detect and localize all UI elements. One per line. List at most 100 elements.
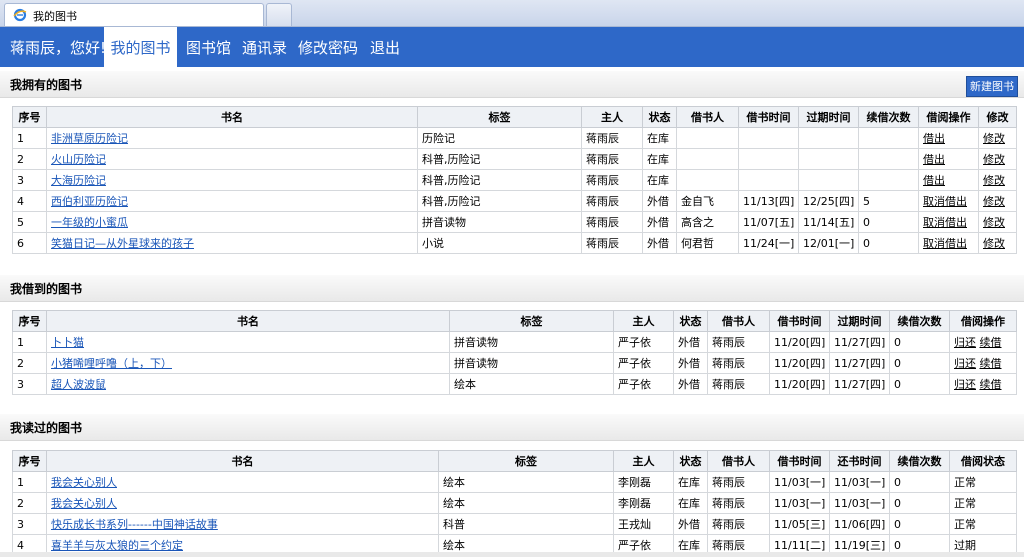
- table-cell-edit: 修改: [978, 190, 1017, 212]
- table-cell-no: 2: [12, 352, 47, 374]
- new-book-button[interactable]: 新建图书: [966, 76, 1018, 97]
- table-cell-op: 取消借出: [918, 190, 979, 212]
- borrow-action-link[interactable]: 续借: [980, 336, 1002, 349]
- column-header: 借书时间: [738, 106, 799, 128]
- nav-item-my-books[interactable]: 我的图书: [104, 27, 177, 67]
- table-cell-borrower: [676, 169, 739, 191]
- table-cell-tag: 绘本: [449, 373, 614, 395]
- table-cell-borrow-time: [738, 148, 799, 170]
- edit-link[interactable]: 修改: [983, 132, 1005, 145]
- table-cell-renew: [858, 127, 919, 149]
- table-cell-owner: 严子依: [613, 352, 674, 374]
- book-title-link[interactable]: 一年级的小蜜瓜: [51, 216, 128, 229]
- nav-item-contacts[interactable]: 通讯录: [242, 27, 287, 67]
- borrow-action-link[interactable]: 归还: [954, 336, 976, 349]
- book-title-link[interactable]: 火山历险记: [51, 153, 106, 166]
- table-cell-borrower: 何君哲: [676, 232, 739, 254]
- table-cell-borrow-time: 11/20[四]: [769, 352, 830, 374]
- edit-link[interactable]: 修改: [983, 195, 1005, 208]
- edit-link[interactable]: 修改: [983, 237, 1005, 250]
- table-cell-edit: 修改: [978, 148, 1017, 170]
- table-cell-op: 借出: [918, 148, 979, 170]
- edit-link[interactable]: 修改: [983, 174, 1005, 187]
- borrow-action-link[interactable]: 借出: [923, 153, 945, 166]
- book-title-link[interactable]: 小猪唏哩呼噜（上，下）: [51, 357, 172, 370]
- table-cell-borrower: [676, 127, 739, 149]
- table-cell-borrow-time: [738, 169, 799, 191]
- table-cell-status: 在库: [673, 471, 708, 493]
- book-title-link[interactable]: 西伯利亚历险记: [51, 195, 128, 208]
- book-title-link[interactable]: 卜卜猫: [51, 336, 84, 349]
- edit-link[interactable]: 修改: [983, 153, 1005, 166]
- table-row: 6 笑猫日记—从外星球来的孩子 小说 蒋雨辰 外借 何君哲 11/24[一] 12/01[一]…: [12, 232, 1017, 254]
- column-header: 书名: [46, 310, 450, 332]
- table-cell-no: 2: [12, 492, 47, 514]
- table-cell-due-time: 12/25[四]: [798, 190, 859, 212]
- nav-item-logout[interactable]: 退出: [370, 27, 400, 67]
- table-cell-owner: 王戎灿: [613, 513, 674, 535]
- borrowed-section-header: 我借到的图书: [0, 275, 1024, 302]
- table-cell-due-time: 11/27[四]: [829, 373, 890, 395]
- book-title-link[interactable]: 我会关心别人: [51, 476, 117, 489]
- book-title-link[interactable]: 笑猫日记—从外星球来的孩子: [51, 237, 194, 250]
- column-header: 借书人: [707, 310, 770, 332]
- column-header: 还书时间: [829, 450, 890, 472]
- table-cell-status: 外借: [642, 211, 677, 233]
- browser-tab[interactable]: 我的图书: [4, 3, 264, 26]
- borrow-action-link[interactable]: 取消借出: [923, 216, 967, 229]
- horizontal-scrollbar[interactable]: [0, 552, 1024, 557]
- column-header: 借书人: [707, 450, 770, 472]
- table-cell-name: 西伯利亚历险记: [46, 190, 418, 212]
- column-header: 过期时间: [829, 310, 890, 332]
- borrow-action-link[interactable]: 取消借出: [923, 195, 967, 208]
- table-row: 2 小猪唏哩呼噜（上，下） 拼音读物 严子依 外借 蒋雨辰 11/20[四] 11/27[四]…: [12, 352, 1017, 374]
- table-cell-borrower: 蒋雨辰: [707, 352, 770, 374]
- borrow-action-link[interactable]: 借出: [923, 174, 945, 187]
- table-cell-op: 归还 续借: [949, 373, 1017, 395]
- table-cell-status: 在库: [642, 127, 677, 149]
- read-section-title: 我读过的图书: [10, 421, 83, 435]
- table-cell-borrow-time: 11/05[三]: [769, 513, 830, 535]
- table-cell-renew: 0: [889, 373, 950, 395]
- new-tab-button[interactable]: [266, 3, 292, 26]
- table-cell-borrower: 蒋雨辰: [707, 492, 770, 514]
- borrow-action-link[interactable]: 续借: [980, 378, 1002, 391]
- book-title-link[interactable]: 超人波波鼠: [51, 378, 106, 391]
- table-cell-op: 归还 续借: [949, 331, 1017, 353]
- table-cell-no: 1: [12, 471, 47, 493]
- book-title-link[interactable]: 喜羊羊与灰太狼的三个约定: [51, 539, 183, 552]
- table-cell-name: 小猪唏哩呼噜（上，下）: [46, 352, 450, 374]
- table-cell-name: 我会关心别人: [46, 471, 439, 493]
- table-cell-tag: 绘本: [438, 492, 614, 514]
- table-cell-op: 归还 续借: [949, 352, 1017, 374]
- owned-books-table: 序号 书名 标签 主人 状态 借书人 借书时间 过期时间 续借次数 借阅操作 修改 1 非洲草原历险记…: [12, 106, 1017, 254]
- table-cell-borrow-time: 11/03[一]: [769, 492, 830, 514]
- table-cell-return-time: 11/03[一]: [829, 471, 890, 493]
- table-cell-renew: 0: [889, 513, 950, 535]
- table-cell-tag: 科普,历险记: [417, 190, 582, 212]
- book-title-link[interactable]: 非洲草原历险记: [51, 132, 128, 145]
- borrow-action-link[interactable]: 借出: [923, 132, 945, 145]
- book-title-link[interactable]: 我会关心别人: [51, 497, 117, 510]
- nav-item-change-password[interactable]: 修改密码: [298, 27, 358, 67]
- edit-link[interactable]: 修改: [983, 216, 1005, 229]
- column-header: 状态: [673, 450, 708, 472]
- table-cell-borrow-time: 11/24[一]: [738, 232, 799, 254]
- borrow-action-link[interactable]: 归还: [954, 378, 976, 391]
- borrow-action-link[interactable]: 归还: [954, 357, 976, 370]
- table-cell-name: 超人波波鼠: [46, 373, 450, 395]
- table-row: 4 西伯利亚历险记 科普,历险记 蒋雨辰 外借 金自飞 11/13[四] 12/25[四] 5 取…: [12, 190, 1017, 212]
- table-cell-owner: 蒋雨辰: [581, 190, 643, 212]
- column-header: 主人: [581, 106, 643, 128]
- table-row: 5 一年级的小蜜瓜 拼音读物 蒋雨辰 外借 高含之 11/07[五] 11/14[五] 0 取消借…: [12, 211, 1017, 233]
- table-cell-due-time: [798, 127, 859, 149]
- borrow-action-link[interactable]: 取消借出: [923, 237, 967, 250]
- table-cell-renew: 0: [858, 211, 919, 233]
- table-cell-name: 卜卜猫: [46, 331, 450, 353]
- browser-tab-title: 我的图书: [33, 10, 77, 23]
- nav-item-library[interactable]: 图书馆: [186, 27, 231, 67]
- borrow-action-link[interactable]: 续借: [980, 357, 1002, 370]
- book-title-link[interactable]: 大海历险记: [51, 174, 106, 187]
- book-title-link[interactable]: 快乐成长书系列------中国神话故事: [51, 518, 218, 531]
- table-cell-status: 外借: [673, 352, 708, 374]
